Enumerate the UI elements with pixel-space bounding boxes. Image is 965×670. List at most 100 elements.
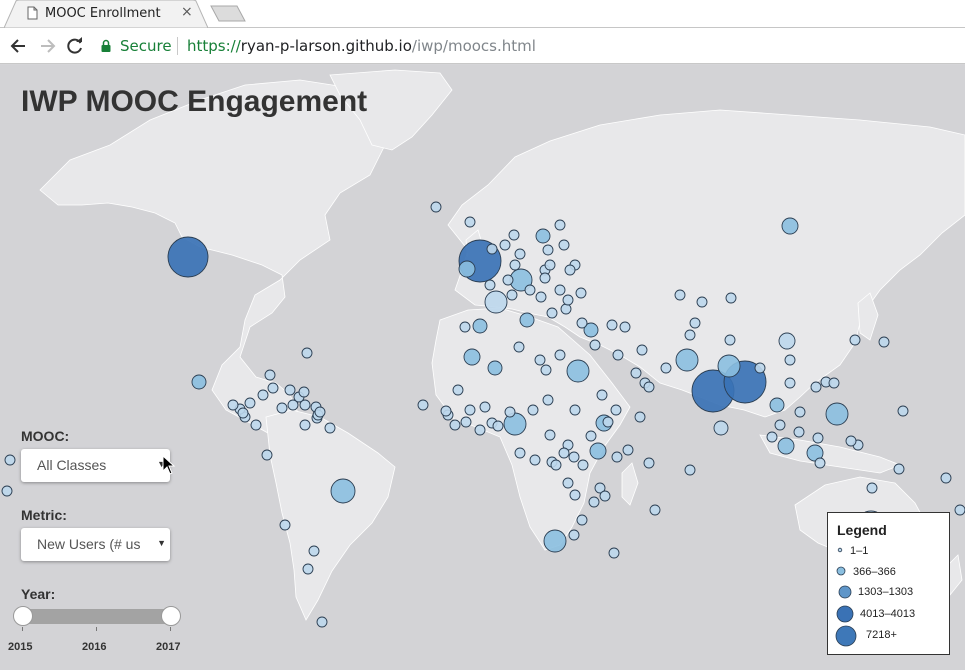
reload-icon[interactable] [65, 36, 85, 56]
location-bubble[interactable] [484, 290, 508, 314]
location-bubble[interactable] [634, 411, 646, 423]
location-bubble[interactable] [636, 344, 648, 356]
location-bubble[interactable] [519, 312, 535, 328]
location-bubble[interactable] [544, 429, 556, 441]
location-bubble[interactable] [622, 444, 634, 456]
location-bubble[interactable] [308, 545, 320, 557]
location-bubble[interactable] [675, 348, 699, 372]
location-bubble[interactable] [1, 485, 13, 497]
location-bubble[interactable] [588, 496, 600, 508]
location-bubble[interactable] [4, 454, 16, 466]
location-bubble[interactable] [459, 321, 471, 333]
location-bubble[interactable] [504, 406, 516, 418]
location-bubble[interactable] [502, 274, 514, 286]
location-bubble[interactable] [464, 404, 476, 416]
location-bubble[interactable] [643, 381, 655, 393]
location-bubble[interactable] [558, 447, 570, 459]
location-bubble[interactable] [575, 287, 587, 299]
url-text[interactable]: https://ryan-p-larson.github.io/iwp/mooc… [187, 37, 536, 55]
location-bubble[interactable] [257, 389, 269, 401]
metric-select[interactable]: New Users (# us ▼ [21, 528, 170, 561]
location-bubble[interactable] [284, 384, 296, 396]
location-bubble[interactable] [514, 248, 526, 260]
location-bubble[interactable] [191, 374, 207, 390]
location-bubble[interactable] [568, 529, 580, 541]
location-bubble[interactable] [558, 239, 570, 251]
location-bubble[interactable] [506, 289, 518, 301]
location-bubble[interactable] [589, 442, 607, 460]
world-map[interactable] [0, 65, 965, 670]
location-bubble[interactable] [781, 217, 799, 235]
location-bubble[interactable] [250, 419, 262, 431]
back-arrow-icon[interactable] [9, 36, 29, 56]
location-bubble[interactable] [689, 317, 701, 329]
location-bubble[interactable] [576, 514, 588, 526]
location-bubble[interactable] [845, 435, 857, 447]
location-bubble[interactable] [484, 279, 496, 291]
location-bubble[interactable] [554, 219, 566, 231]
year-range-slider[interactable] [21, 609, 172, 624]
location-bubble[interactable] [279, 519, 291, 531]
location-bubble[interactable] [460, 416, 472, 428]
location-bubble[interactable] [267, 382, 279, 394]
location-bubble[interactable] [509, 259, 521, 271]
location-bubble[interactable] [774, 419, 786, 431]
location-bubble[interactable] [314, 406, 326, 418]
location-bubble[interactable] [440, 405, 452, 417]
location-bubble[interactable] [576, 317, 588, 329]
location-bubble[interactable] [463, 348, 481, 366]
location-bubble[interactable] [562, 294, 574, 306]
location-bubble[interactable] [724, 334, 736, 346]
location-bubble[interactable] [878, 336, 890, 348]
location-bubble[interactable] [610, 404, 622, 416]
location-bubble[interactable] [564, 264, 576, 276]
location-bubble[interactable] [492, 420, 504, 432]
location-bubble[interactable] [330, 478, 356, 504]
location-bubble[interactable] [778, 332, 796, 350]
location-bubble[interactable] [546, 307, 558, 319]
location-bubble[interactable] [513, 341, 525, 353]
location-bubble[interactable] [542, 394, 554, 406]
location-bubble[interactable] [784, 377, 796, 389]
location-bubble[interactable] [244, 397, 256, 409]
location-bubble[interactable] [766, 431, 778, 443]
location-bubble[interactable] [458, 260, 476, 278]
location-bubble[interactable] [566, 359, 590, 383]
location-bubble[interactable] [589, 339, 601, 351]
location-bubble[interactable] [849, 334, 861, 346]
location-bubble[interactable] [713, 420, 729, 436]
location-bubble[interactable] [472, 318, 488, 334]
location-bubble[interactable] [569, 489, 581, 501]
location-bubble[interactable] [514, 447, 526, 459]
location-bubble[interactable] [608, 547, 620, 559]
location-bubble[interactable] [479, 401, 491, 413]
location-bubble[interactable] [812, 432, 824, 444]
location-bubble[interactable] [619, 321, 631, 333]
location-bubble[interactable] [866, 482, 878, 494]
location-bubble[interactable] [793, 426, 805, 438]
location-bubble[interactable] [302, 563, 314, 575]
location-bubble[interactable] [261, 449, 273, 461]
forward-arrow-icon[interactable] [37, 36, 57, 56]
location-bubble[interactable] [660, 362, 672, 374]
location-bubble[interactable] [893, 463, 905, 475]
location-bubble[interactable] [237, 407, 249, 419]
location-bubble[interactable] [474, 424, 486, 436]
location-bubble[interactable] [814, 457, 826, 469]
location-bubble[interactable] [562, 477, 574, 489]
location-bubble[interactable] [264, 369, 276, 381]
year-slider-end-handle[interactable] [161, 606, 181, 626]
location-bubble[interactable] [777, 437, 795, 455]
location-bubble[interactable] [534, 354, 546, 366]
location-bubble[interactable] [167, 236, 209, 278]
location-bubble[interactable] [298, 386, 310, 398]
location-bubble[interactable] [602, 416, 614, 428]
location-bubble[interactable] [486, 243, 498, 255]
location-bubble[interactable] [725, 292, 737, 304]
location-bubble[interactable] [316, 616, 328, 628]
location-bubble[interactable] [684, 464, 696, 476]
location-bubble[interactable] [643, 457, 655, 469]
location-bubble[interactable] [674, 289, 686, 301]
location-bubble[interactable] [649, 504, 661, 516]
location-bubble[interactable] [535, 291, 547, 303]
